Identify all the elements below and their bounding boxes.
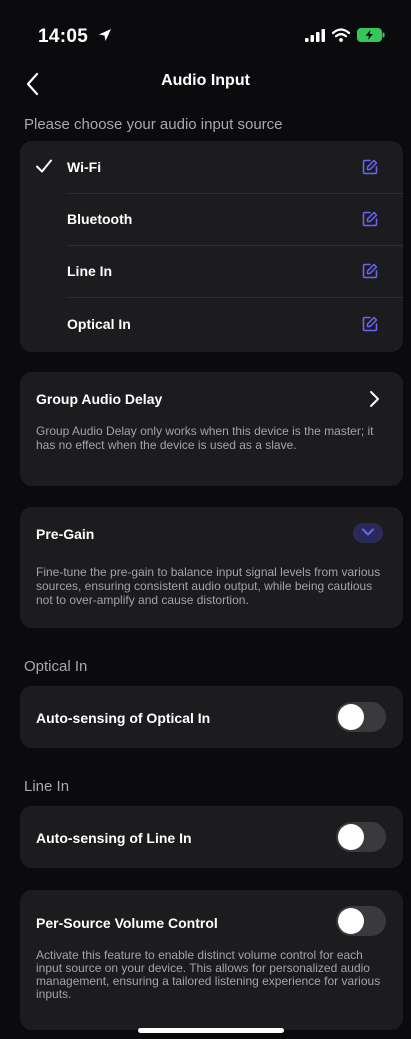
optical-auto-sense-toggle[interactable] [336,702,386,732]
source-label: Optical In [67,316,131,332]
expand-button[interactable] [353,523,383,543]
home-indicator [138,1028,284,1033]
line-auto-sense-label: Auto-sensing of Line In [36,830,192,846]
edit-icon[interactable] [361,262,379,280]
chevron-right-icon[interactable] [367,390,381,408]
source-list-card: Wi-Fi Bluetooth Line In Optical In [20,141,403,352]
status-time-text: 14:05 [38,26,89,47]
battery-charging-icon [357,28,385,47]
group-audio-delay-description: Group Audio Delay only works when this d… [36,424,374,452]
group-audio-delay-title: Group Audio Delay [36,391,163,407]
per-source-volume-toggle[interactable] [336,906,386,936]
per-source-volume-title: Per-Source Volume Control [36,915,218,931]
toggle-knob [338,908,364,934]
page-title: Audio Input [161,72,250,89]
source-label: Wi-Fi [67,159,102,175]
optical-auto-sense-card: Auto-sensing of Optical In [20,686,403,748]
per-source-volume-card: Per-Source Volume Control Activate this … [20,890,403,1030]
line-auto-sense-toggle[interactable] [336,822,386,852]
pre-gain-title: Pre-Gain [36,526,95,542]
source-label: Bluetooth [67,211,133,227]
toggle-knob [338,824,364,850]
source-item-bluetooth[interactable]: Bluetooth [20,193,403,245]
nav-bar: Audio Input [0,64,411,104]
source-item-optical-in[interactable]: Optical In [20,298,403,350]
status-time: 14:05 [38,26,112,48]
location-arrow-icon [98,26,112,48]
status-bar: 14:05 [0,0,411,60]
source-label: Line In [67,263,113,279]
line-in-heading: Line In [24,778,70,795]
source-item-wifi[interactable]: Wi-Fi [20,141,403,193]
source-item-line-in[interactable]: Line In [20,245,403,297]
pre-gain-description: Fine-tune the pre-gain to balance input … [36,565,381,607]
edit-icon[interactable] [361,315,379,333]
chevron-down-icon [361,524,375,542]
toggle-knob [338,704,364,730]
line-auto-sense-card: Auto-sensing of Line In [20,806,403,868]
cellular-signal-icon [305,28,325,47]
optical-auto-sense-label: Auto-sensing of Optical In [36,710,211,726]
optical-in-heading: Optical In [24,658,88,675]
per-source-volume-description: Activate this feature to enable distinct… [36,948,381,1001]
wifi-icon [331,28,351,47]
source-heading: Please choose your audio input source [24,116,283,133]
edit-icon[interactable] [361,158,379,176]
checkmark-icon [35,157,53,175]
status-icons [305,28,385,47]
pre-gain-card[interactable]: Pre-Gain Fine-tune the pre-gain to balan… [20,507,403,628]
group-audio-delay-card[interactable]: Group Audio Delay Group Audio Delay only… [20,372,403,486]
edit-icon[interactable] [361,210,379,228]
